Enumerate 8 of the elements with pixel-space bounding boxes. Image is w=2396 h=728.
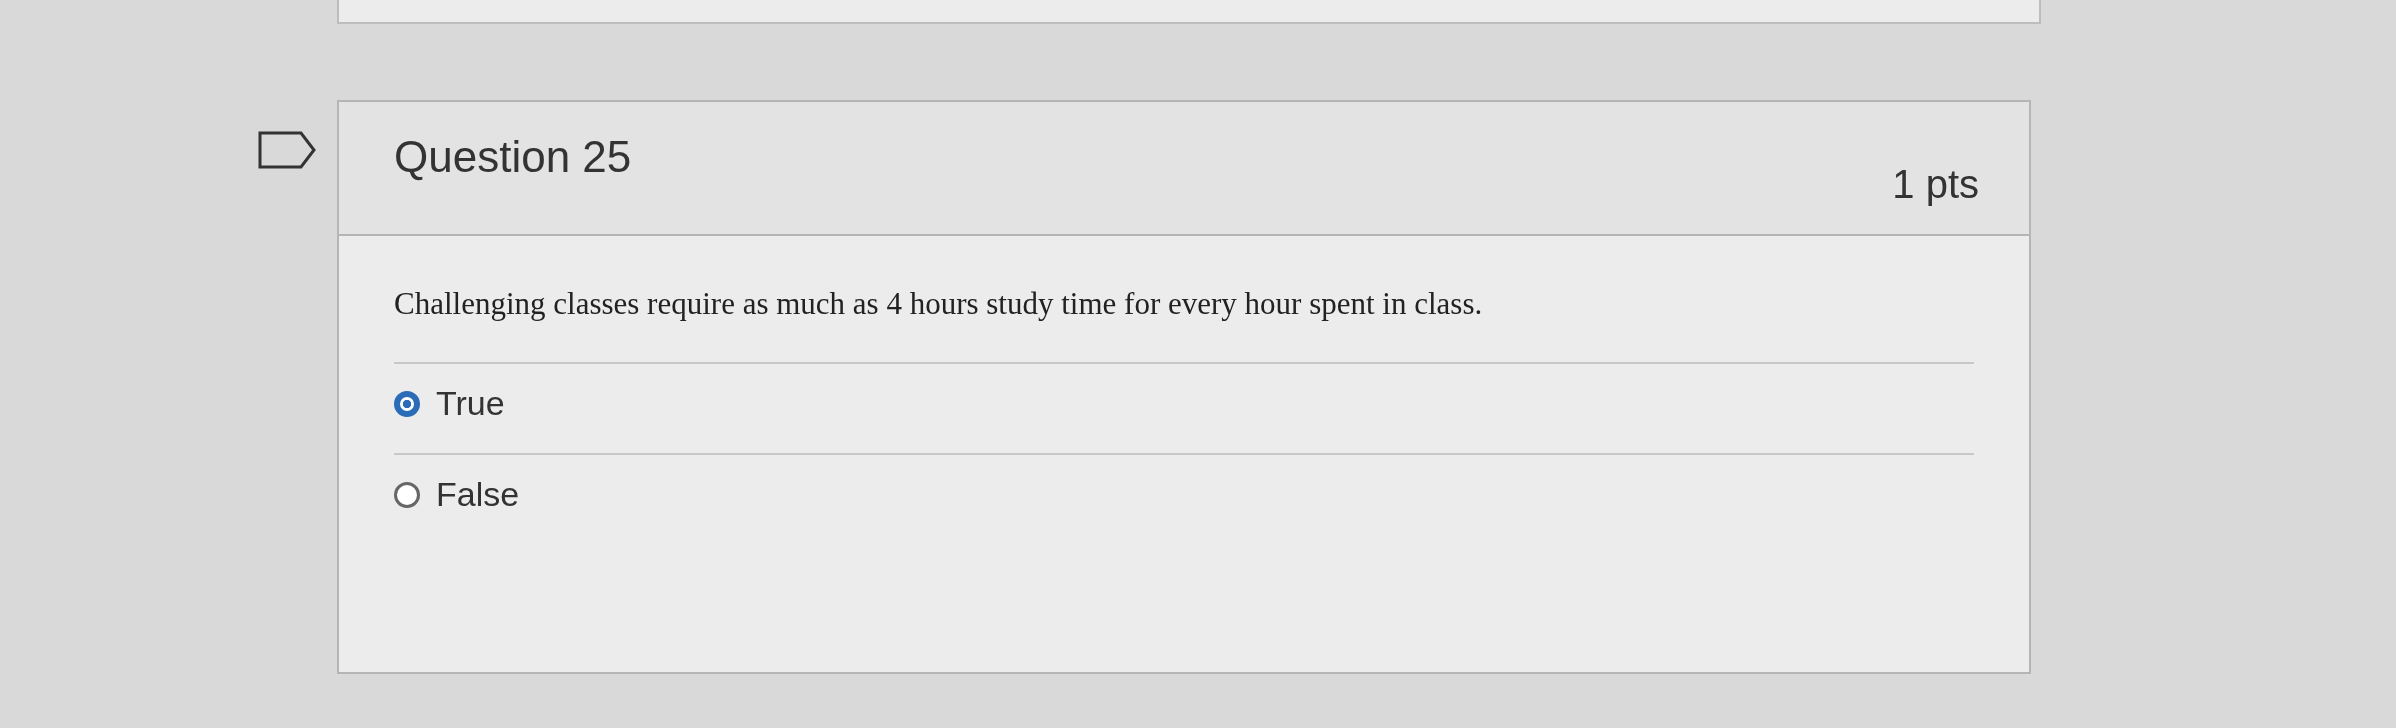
radio-button[interactable] (394, 390, 420, 417)
question-text: Challenging classes require as much as 4 hours study time for every hour spent in class. (394, 286, 1484, 322)
points-label: 1 pts (1892, 161, 1979, 208)
answer-option[interactable]: False (394, 475, 520, 514)
question-title: Question 25 (394, 131, 632, 183)
answer-option[interactable]: True (394, 384, 505, 423)
radio-button[interactable] (394, 481, 420, 508)
flag-icon[interactable] (257, 130, 317, 170)
